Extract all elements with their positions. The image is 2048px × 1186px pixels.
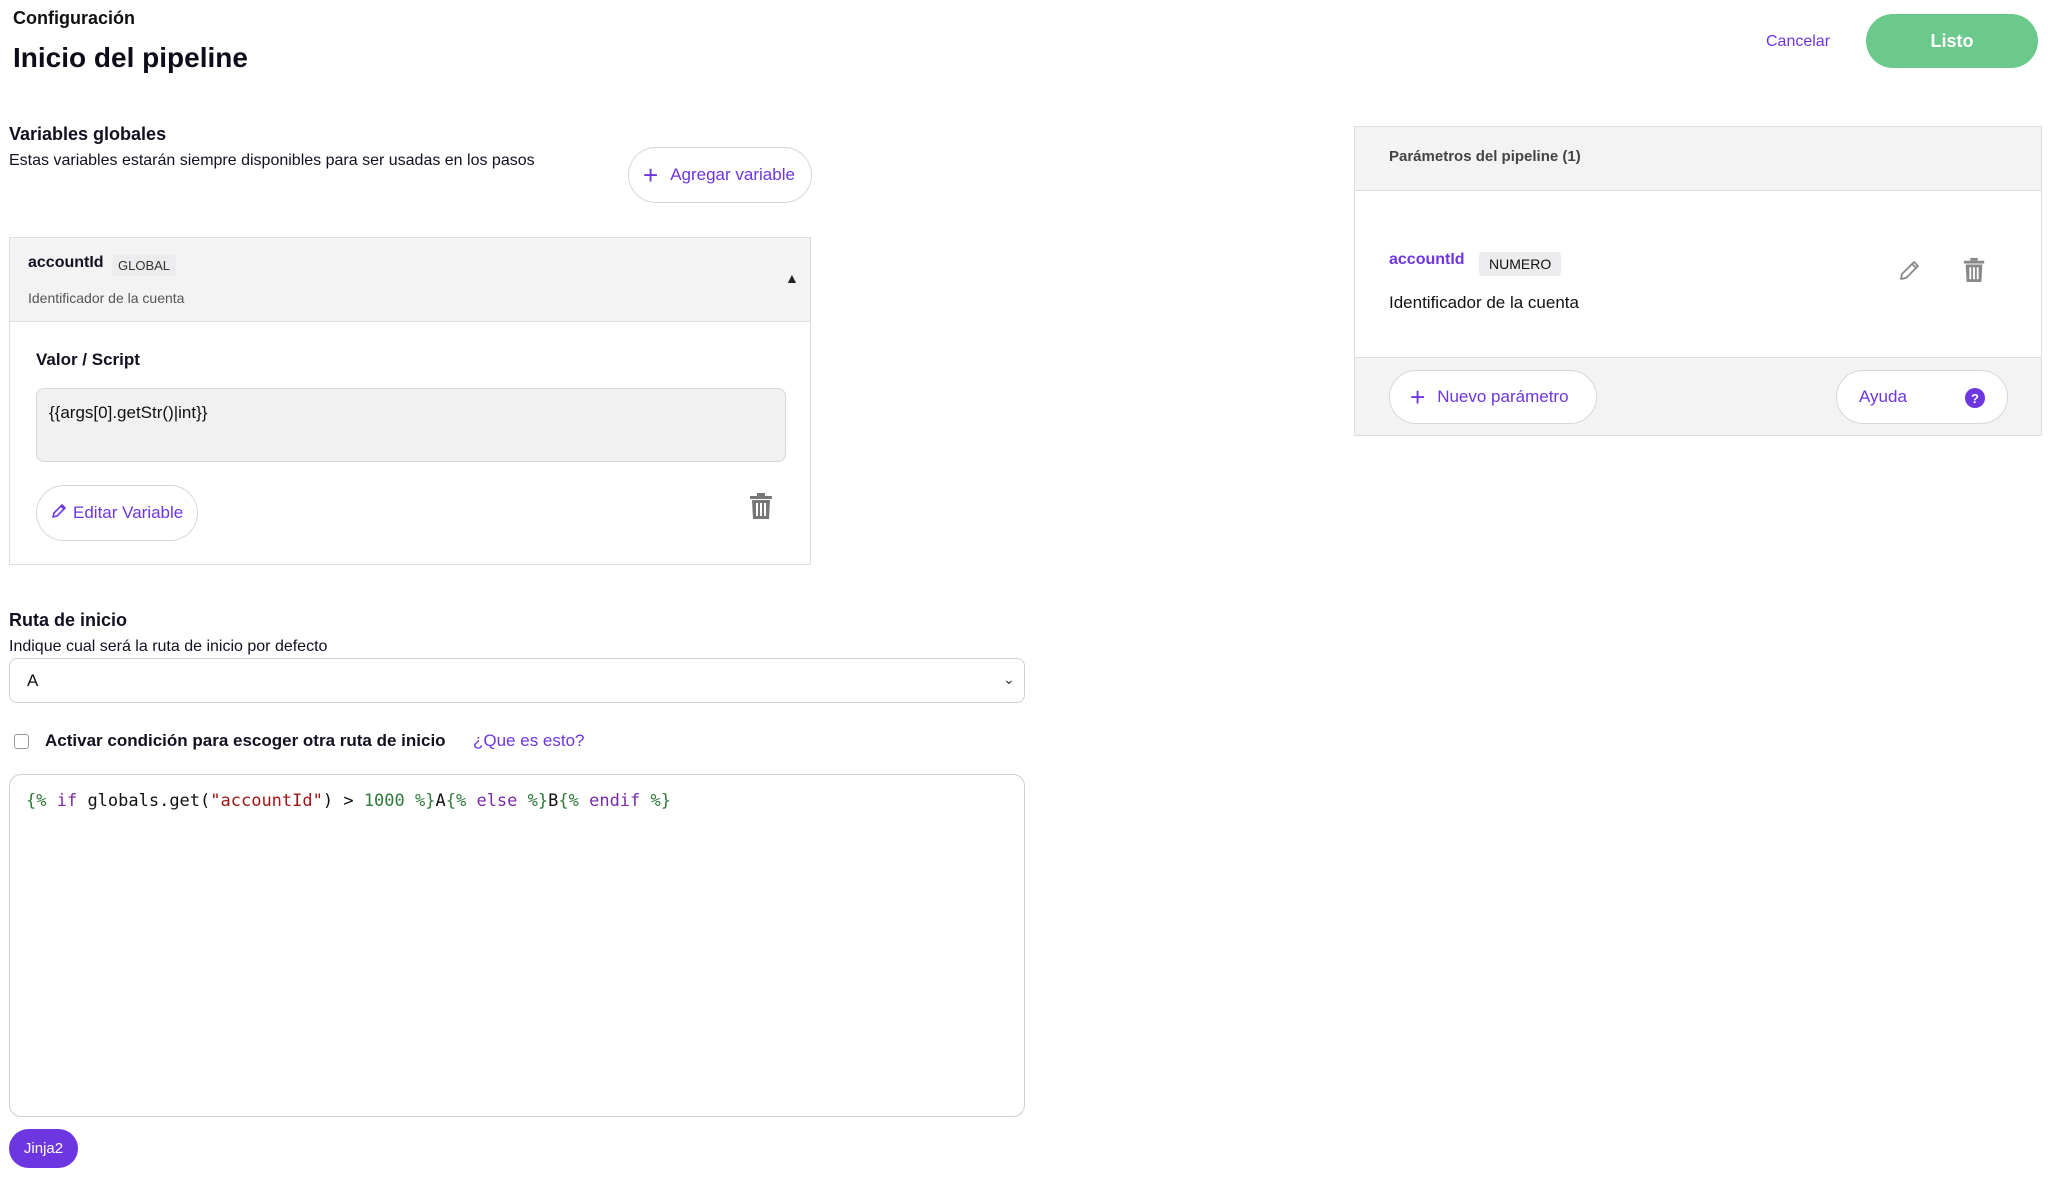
plus-icon: + xyxy=(1410,382,1426,412)
trash-icon[interactable] xyxy=(1962,257,1986,288)
variable-name: accountId xyxy=(28,254,104,271)
cancel-button[interactable]: Cancelar xyxy=(1766,33,1830,51)
pencil-icon xyxy=(51,503,67,524)
language-badge: Jinja2 xyxy=(9,1129,78,1168)
start-route-title: Ruta de inicio xyxy=(9,610,128,630)
code-token: else xyxy=(466,791,518,811)
parameter-description: Identificador de la cuenta xyxy=(1389,293,1579,312)
variable-card-header[interactable]: accountId GLOBAL Identificador de la cue… xyxy=(10,238,810,322)
help-label: Ayuda xyxy=(1859,387,1907,406)
code-token: endif xyxy=(578,791,641,811)
page-title: Inicio del pipeline xyxy=(13,42,248,73)
chevron-down-icon: ⌄ xyxy=(1003,671,1015,687)
globals-description: Estas variables estarán siempre disponib… xyxy=(9,152,535,169)
code-token: 1000 xyxy=(363,791,405,811)
condition-code-editor[interactable]: {% if globals.get("accountId") > 1000 %}… xyxy=(9,774,1025,1117)
plus-icon: + xyxy=(643,160,659,190)
code-token: ) > xyxy=(322,791,364,811)
done-button[interactable]: Listo xyxy=(1866,14,2038,68)
edit-variable-button[interactable]: Editar Variable xyxy=(36,485,198,541)
code-token: %} xyxy=(404,791,436,811)
code-token: A xyxy=(435,791,446,811)
code-token: {% xyxy=(26,791,47,811)
code-token: globals.get( xyxy=(77,791,211,811)
code-token: {% xyxy=(558,791,579,811)
pencil-icon[interactable] xyxy=(1898,258,1922,287)
trash-icon[interactable] xyxy=(748,492,774,525)
parameter-type-badge: NUMERO xyxy=(1479,252,1562,276)
code-token: {% xyxy=(445,791,467,811)
pipeline-parameters-panel: Parámetros del pipeline (1) accountId NU… xyxy=(1354,126,2042,436)
value-script-field[interactable]: {{args[0].getStr()|int}} xyxy=(36,388,786,462)
collapse-caret-icon[interactable]: ▲ xyxy=(785,270,799,286)
new-parameter-label: Nuevo parámetro xyxy=(1437,387,1569,406)
code-token: B xyxy=(548,791,559,811)
variable-description: Identificador de la cuenta xyxy=(28,290,185,306)
panel-title: Parámetros del pipeline (1) xyxy=(1389,148,1581,165)
help-button[interactable]: Ayuda ? xyxy=(1836,370,2008,424)
code-token: %} xyxy=(640,791,671,811)
code-token: if xyxy=(46,791,78,811)
value-label: Valor / Script xyxy=(36,350,140,369)
parameter-name: accountId xyxy=(1389,251,1465,268)
code-token: %} xyxy=(517,791,549,811)
new-parameter-button[interactable]: + Nuevo parámetro xyxy=(1389,370,1597,424)
start-route-description: Indique cual será la ruta de inicio por … xyxy=(9,638,328,655)
edit-variable-label: Editar Variable xyxy=(73,503,184,522)
condition-label: Activar condición para escoger otra ruta… xyxy=(45,731,446,750)
code-token: "accountId" xyxy=(210,791,323,811)
parameter-row: accountId NUMERO Identificador de la cue… xyxy=(1355,190,2041,358)
add-variable-button[interactable]: + Agregar variable xyxy=(628,147,812,203)
add-variable-label: Agregar variable xyxy=(670,165,795,184)
start-route-select[interactable]: A xyxy=(9,658,1025,703)
variable-card: accountId GLOBAL Identificador de la cue… xyxy=(9,237,811,565)
what-is-this-link[interactable]: ¿Que es esto? xyxy=(473,731,585,751)
condition-checkbox[interactable] xyxy=(14,734,29,749)
globals-title: Variables globales xyxy=(9,124,167,144)
question-icon: ? xyxy=(1965,388,1985,408)
scope-badge: GLOBAL xyxy=(112,255,177,276)
breadcrumb: Configuración xyxy=(13,8,135,28)
